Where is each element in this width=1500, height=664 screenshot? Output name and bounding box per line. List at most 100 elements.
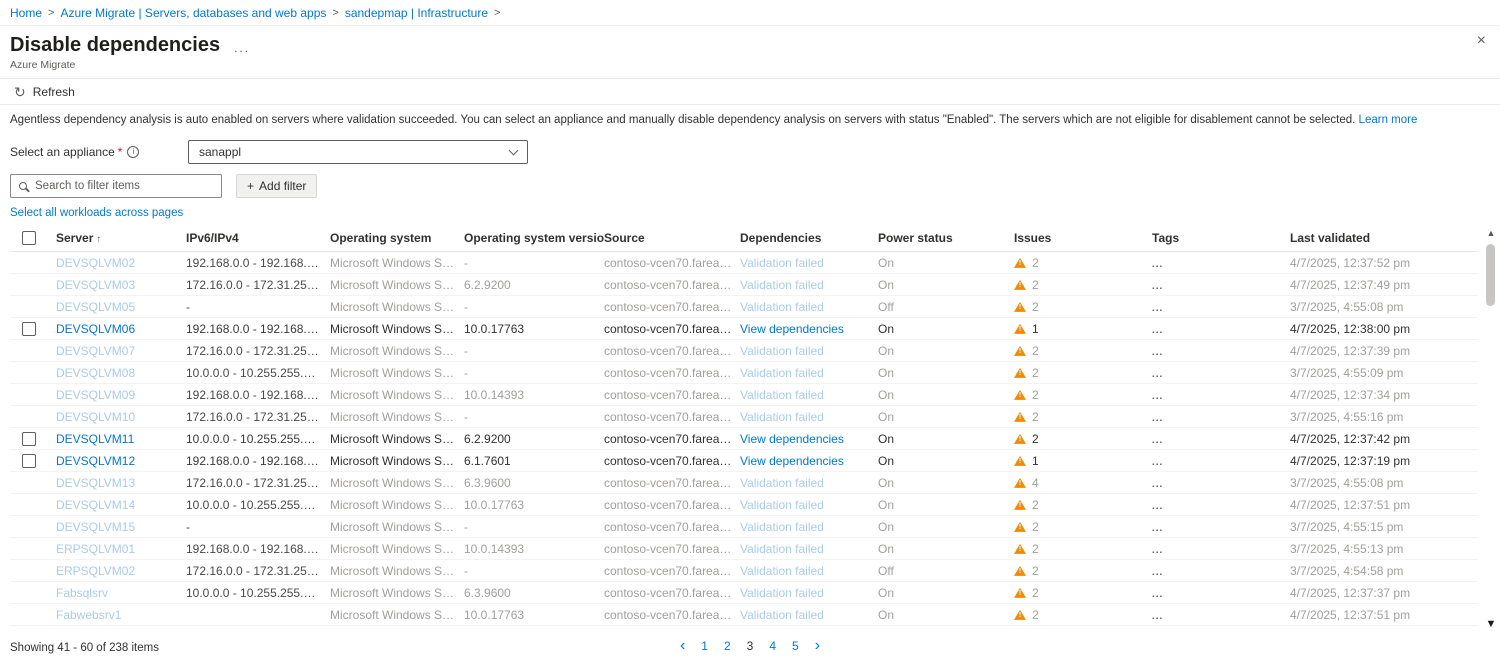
pagination-page-2[interactable]: 2 [724, 639, 731, 653]
dependencies-link[interactable]: Validation failed [740, 498, 824, 512]
dependencies-link[interactable]: View dependencies [740, 454, 844, 468]
dependencies-link[interactable]: View dependencies [740, 322, 844, 336]
tags-more-button[interactable]: ... [1152, 303, 1163, 314]
server-link[interactable]: DEVSQLVM10 [56, 410, 135, 424]
server-link[interactable]: DEVSQLVM15 [56, 520, 135, 534]
dependencies-link[interactable]: Validation failed [740, 366, 824, 380]
dependencies-link[interactable]: Validation failed [740, 586, 824, 600]
server-link[interactable]: Fabsqlsrv [56, 586, 108, 600]
close-icon[interactable]: × [1477, 33, 1486, 49]
tags-more-button[interactable]: ... [1152, 259, 1163, 270]
server-link[interactable]: DEVSQLVM11 [56, 432, 134, 446]
dependencies-link[interactable]: Validation failed [740, 256, 824, 270]
tags-more-button[interactable]: ... [1152, 413, 1163, 424]
info-icon[interactable] [127, 145, 140, 158]
tags-more-button[interactable]: ... [1152, 457, 1163, 468]
add-filter-button[interactable]: + Add filter [236, 173, 318, 198]
column-header-server[interactable]: Server ↑ [56, 224, 186, 253]
dependencies-link[interactable]: View dependencies [740, 432, 844, 446]
dependencies-link[interactable]: Validation failed [740, 542, 824, 556]
issue-count[interactable]: 2 [1032, 366, 1039, 380]
breadcrumb-link[interactable]: Azure Migrate | Servers, databases and w… [60, 6, 326, 20]
more-options-button[interactable]: ... [234, 41, 250, 55]
scroll-up-icon[interactable]: ▲ [1484, 228, 1498, 238]
row-checkbox[interactable] [22, 322, 36, 337]
server-link[interactable]: DEVSQLVM13 [56, 476, 135, 490]
issue-count[interactable]: 1 [1032, 454, 1039, 468]
issue-count[interactable]: 2 [1032, 564, 1039, 578]
select-all-workloads-link[interactable]: Select all workloads across pages [10, 207, 183, 219]
tags-more-button[interactable]: ... [1152, 369, 1163, 380]
tags-more-button[interactable]: ... [1152, 545, 1163, 556]
dependencies-link[interactable]: Validation failed [740, 564, 824, 578]
tags-more-button[interactable]: ... [1152, 435, 1163, 446]
tags-more-button[interactable]: ... [1152, 479, 1163, 490]
server-link[interactable]: DEVSQLVM14 [56, 498, 135, 512]
pagination-page-3[interactable]: 3 [747, 639, 754, 653]
server-link[interactable]: DEVSQLVM02 [56, 256, 135, 270]
dependencies-link[interactable]: Validation failed [740, 608, 824, 622]
tags-more-button[interactable]: ... [1152, 391, 1163, 402]
server-link[interactable]: DEVSQLVM07 [56, 344, 135, 358]
server-link[interactable]: DEVSQLVM12 [56, 454, 135, 468]
issue-count[interactable]: 1 [1032, 322, 1039, 336]
column-header-last-validated[interactable]: Last validated [1290, 224, 1478, 253]
issue-count[interactable]: 2 [1032, 278, 1039, 292]
issue-count[interactable]: 2 [1032, 520, 1039, 534]
row-checkbox[interactable] [22, 454, 36, 469]
row-checkbox[interactable] [22, 432, 36, 447]
server-link[interactable]: DEVSQLVM09 [56, 388, 135, 402]
pagination-page-1[interactable]: 1 [701, 639, 708, 653]
column-header-source[interactable]: Source [604, 224, 740, 253]
issue-count[interactable]: 2 [1032, 498, 1039, 512]
issue-count[interactable]: 2 [1032, 586, 1039, 600]
issue-count[interactable]: 4 [1032, 476, 1039, 490]
issue-count[interactable]: 2 [1032, 432, 1039, 446]
server-link[interactable]: DEVSQLVM06 [56, 322, 135, 336]
issue-count[interactable]: 2 [1032, 344, 1039, 358]
server-link[interactable]: DEVSQLVM03 [56, 278, 135, 292]
column-header-ipv6-ipv4[interactable]: IPv6/IPv4 [186, 224, 330, 253]
tags-more-button[interactable]: ... [1152, 567, 1163, 578]
dependencies-link[interactable]: Validation failed [740, 476, 824, 490]
scroll-down-icon[interactable]: ▼ [1484, 618, 1498, 630]
search-input[interactable] [35, 179, 213, 192]
breadcrumb-link[interactable]: Home [10, 6, 42, 20]
issue-count[interactable]: 2 [1032, 410, 1039, 424]
scrollbar-thumb[interactable] [1486, 244, 1495, 306]
column-header-operating-system-version[interactable]: Operating system version [464, 224, 604, 253]
column-header-power-status[interactable]: Power status [878, 224, 1014, 253]
pagination-page-4[interactable]: 4 [769, 639, 776, 653]
tags-more-button[interactable]: ... [1152, 281, 1163, 292]
refresh-button[interactable]: ↻ Refresh [14, 85, 75, 99]
dependencies-link[interactable]: Validation failed [740, 520, 824, 534]
pagination-page-5[interactable]: 5 [792, 639, 799, 653]
learn-more-link[interactable]: Learn more [1359, 114, 1418, 126]
server-link[interactable]: DEVSQLVM08 [56, 366, 135, 380]
tags-more-button[interactable]: ... [1152, 611, 1163, 622]
server-link[interactable]: ERPSQLVM01 [56, 542, 135, 556]
appliance-select[interactable]: sanappl [188, 139, 528, 164]
previous-page-icon[interactable]: ‹ [680, 638, 685, 654]
issue-count[interactable]: 2 [1032, 542, 1039, 556]
dependencies-link[interactable]: Validation failed [740, 300, 824, 314]
breadcrumb-link[interactable]: sandepmap | Infrastructure [345, 6, 488, 20]
issue-count[interactable]: 2 [1032, 300, 1039, 314]
dependencies-link[interactable]: Validation failed [740, 388, 824, 402]
select-all-checkbox[interactable] [22, 231, 36, 246]
next-page-icon[interactable]: › [815, 638, 820, 654]
dependencies-link[interactable]: Validation failed [740, 344, 824, 358]
tags-more-button[interactable]: ... [1152, 325, 1163, 336]
column-header-tags[interactable]: Tags [1152, 224, 1290, 253]
column-header-dependencies[interactable]: Dependencies [740, 224, 878, 253]
server-link[interactable]: ERPSQLVM02 [56, 564, 135, 578]
server-link[interactable]: Fabwebsrv1 [56, 608, 121, 622]
issue-count[interactable]: 2 [1032, 388, 1039, 402]
tags-more-button[interactable]: ... [1152, 347, 1163, 358]
tags-more-button[interactable]: ... [1152, 589, 1163, 600]
server-link[interactable]: DEVSQLVM05 [56, 300, 135, 314]
dependencies-link[interactable]: Validation failed [740, 410, 824, 424]
dependencies-link[interactable]: Validation failed [740, 278, 824, 292]
column-header-operating-system[interactable]: Operating system [330, 224, 464, 253]
issue-count[interactable]: 2 [1032, 256, 1039, 270]
